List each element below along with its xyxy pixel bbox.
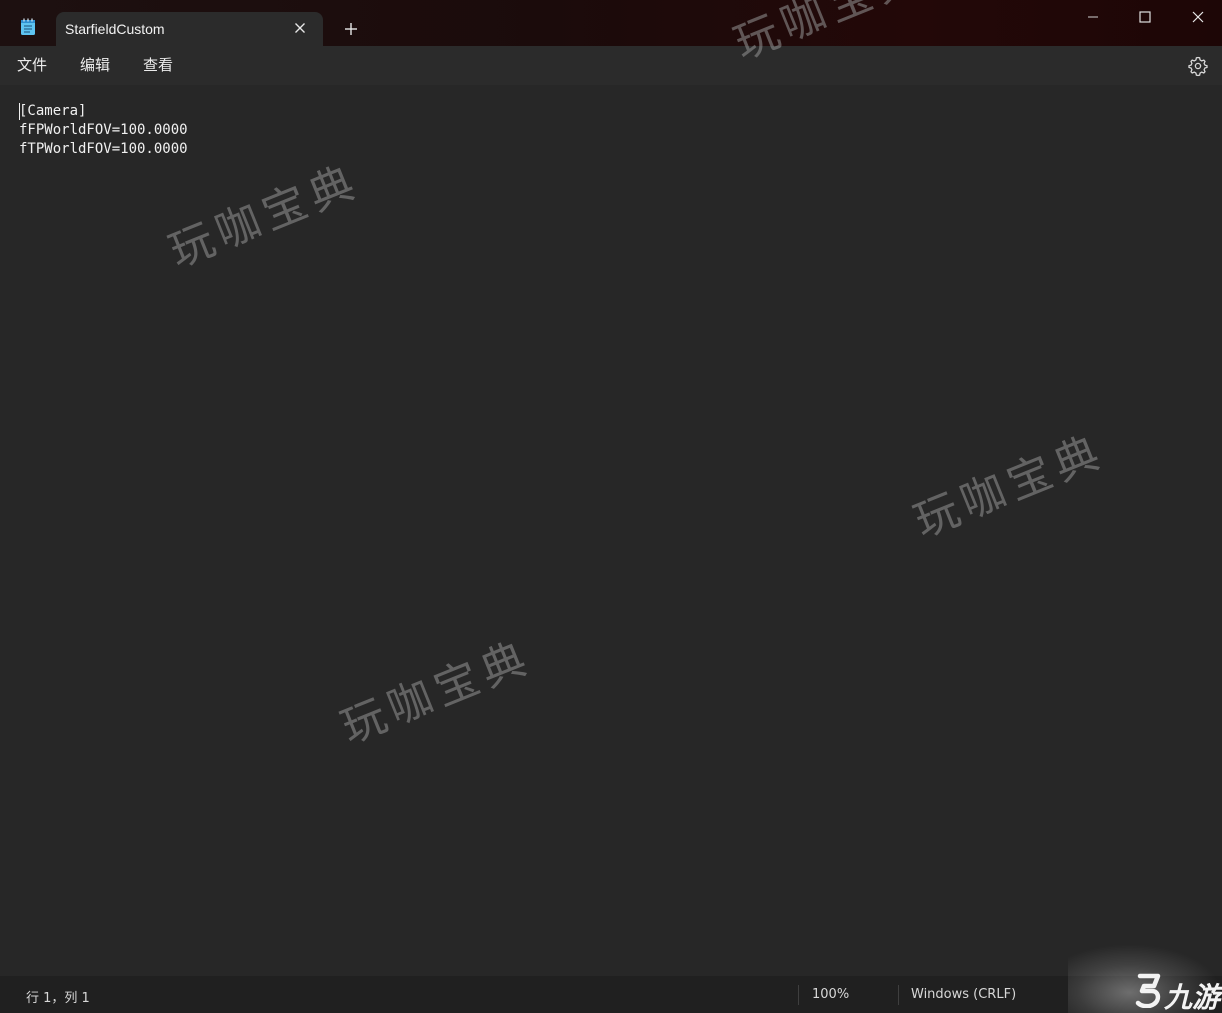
close-icon[interactable] — [290, 18, 310, 38]
line-ending[interactable]: Windows (CRLF) — [911, 987, 1016, 1002]
close-icon — [1192, 11, 1204, 23]
tab-starfieldcustom[interactable]: StarfieldCustom — [56, 12, 323, 46]
zoom-level[interactable]: 100% — [812, 987, 849, 1002]
tab-title: StarfieldCustom — [65, 21, 165, 37]
notepad-icon — [20, 18, 36, 36]
editor-content[interactable]: [Camera] fFPWorldFOV=100.0000 fTPWorldFO… — [19, 102, 188, 159]
minimize-button[interactable] — [1079, 4, 1107, 30]
new-tab-button[interactable] — [340, 18, 362, 40]
text-editor[interactable]: [Camera] fFPWorldFOV=100.0000 fTPWorldFO… — [0, 85, 1222, 976]
menu-edit[interactable]: 编辑 — [80, 54, 110, 76]
title-bar: StarfieldCustom — [0, 0, 1222, 46]
settings-button[interactable] — [1186, 54, 1210, 78]
gear-icon — [1188, 56, 1208, 77]
menu-view[interactable]: 查看 — [143, 54, 173, 76]
maximize-icon — [1139, 11, 1151, 23]
cursor-position[interactable]: 行 1，列 1 — [26, 987, 90, 1006]
text-caret — [19, 103, 20, 120]
editor-line: [Camera] — [19, 103, 87, 119]
editor-line: fTPWorldFOV=100.0000 — [19, 141, 188, 157]
editor-line: fFPWorldFOV=100.0000 — [19, 122, 188, 138]
menu-file[interactable]: 文件 — [17, 54, 47, 76]
divider — [898, 985, 899, 1005]
divider — [798, 985, 799, 1005]
minimize-icon — [1088, 16, 1098, 18]
maximize-button[interactable] — [1131, 4, 1159, 30]
status-bar: 行 1，列 1 100% Windows (CRLF) — [0, 976, 1222, 1013]
plus-icon — [345, 23, 357, 35]
menu-bar: 文件 编辑 查看 — [0, 46, 1222, 85]
close-window-button[interactable] — [1184, 4, 1212, 30]
